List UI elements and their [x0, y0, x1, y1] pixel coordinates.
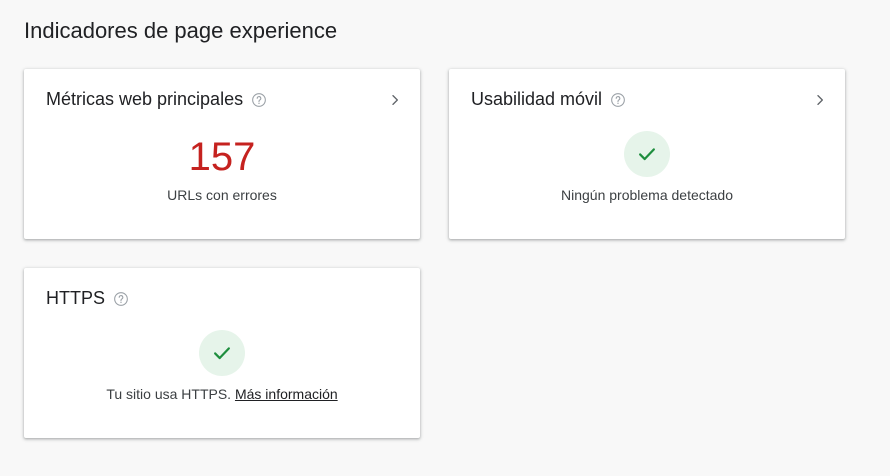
error-count-caption: URLs con errores	[167, 187, 277, 203]
page-title: Indicadores de page experience	[24, 18, 338, 43]
help-icon[interactable]	[610, 92, 626, 108]
core-web-vitals-header: Métricas web principales	[46, 89, 267, 110]
https-caption: Tu sitio usa HTTPS. Más información	[24, 386, 420, 402]
more-info-link[interactable]: Más información	[235, 386, 338, 402]
help-icon[interactable]	[251, 92, 267, 108]
help-icon[interactable]	[113, 291, 129, 307]
check-icon	[214, 347, 230, 360]
core-web-vitals-title: Métricas web principales	[46, 89, 244, 109]
https-caption-text: Tu sitio usa HTTPS.	[106, 386, 235, 402]
https-header: HTTPS	[46, 288, 129, 309]
mobile-usability-card[interactable]: Usabilidad móvil Ningún problema detecta…	[449, 69, 845, 239]
https-title: HTTPS	[46, 288, 106, 308]
core-web-vitals-card[interactable]: Métricas web principales 157 URLs con er…	[24, 69, 420, 239]
mobile-usability-header: Usabilidad móvil	[471, 89, 626, 110]
chevron-right-icon[interactable]	[388, 93, 402, 107]
chevron-right-icon[interactable]	[813, 93, 827, 107]
error-count: 157	[188, 135, 256, 179]
https-card: HTTPS Tu sitio usa HTTPS. Más informació…	[24, 268, 420, 438]
mobile-usability-title: Usabilidad móvil	[471, 89, 603, 109]
success-badge	[199, 330, 245, 376]
mobile-usability-caption: Ningún problema detectado	[560, 187, 733, 203]
check-icon	[639, 148, 655, 161]
success-badge	[624, 131, 670, 177]
